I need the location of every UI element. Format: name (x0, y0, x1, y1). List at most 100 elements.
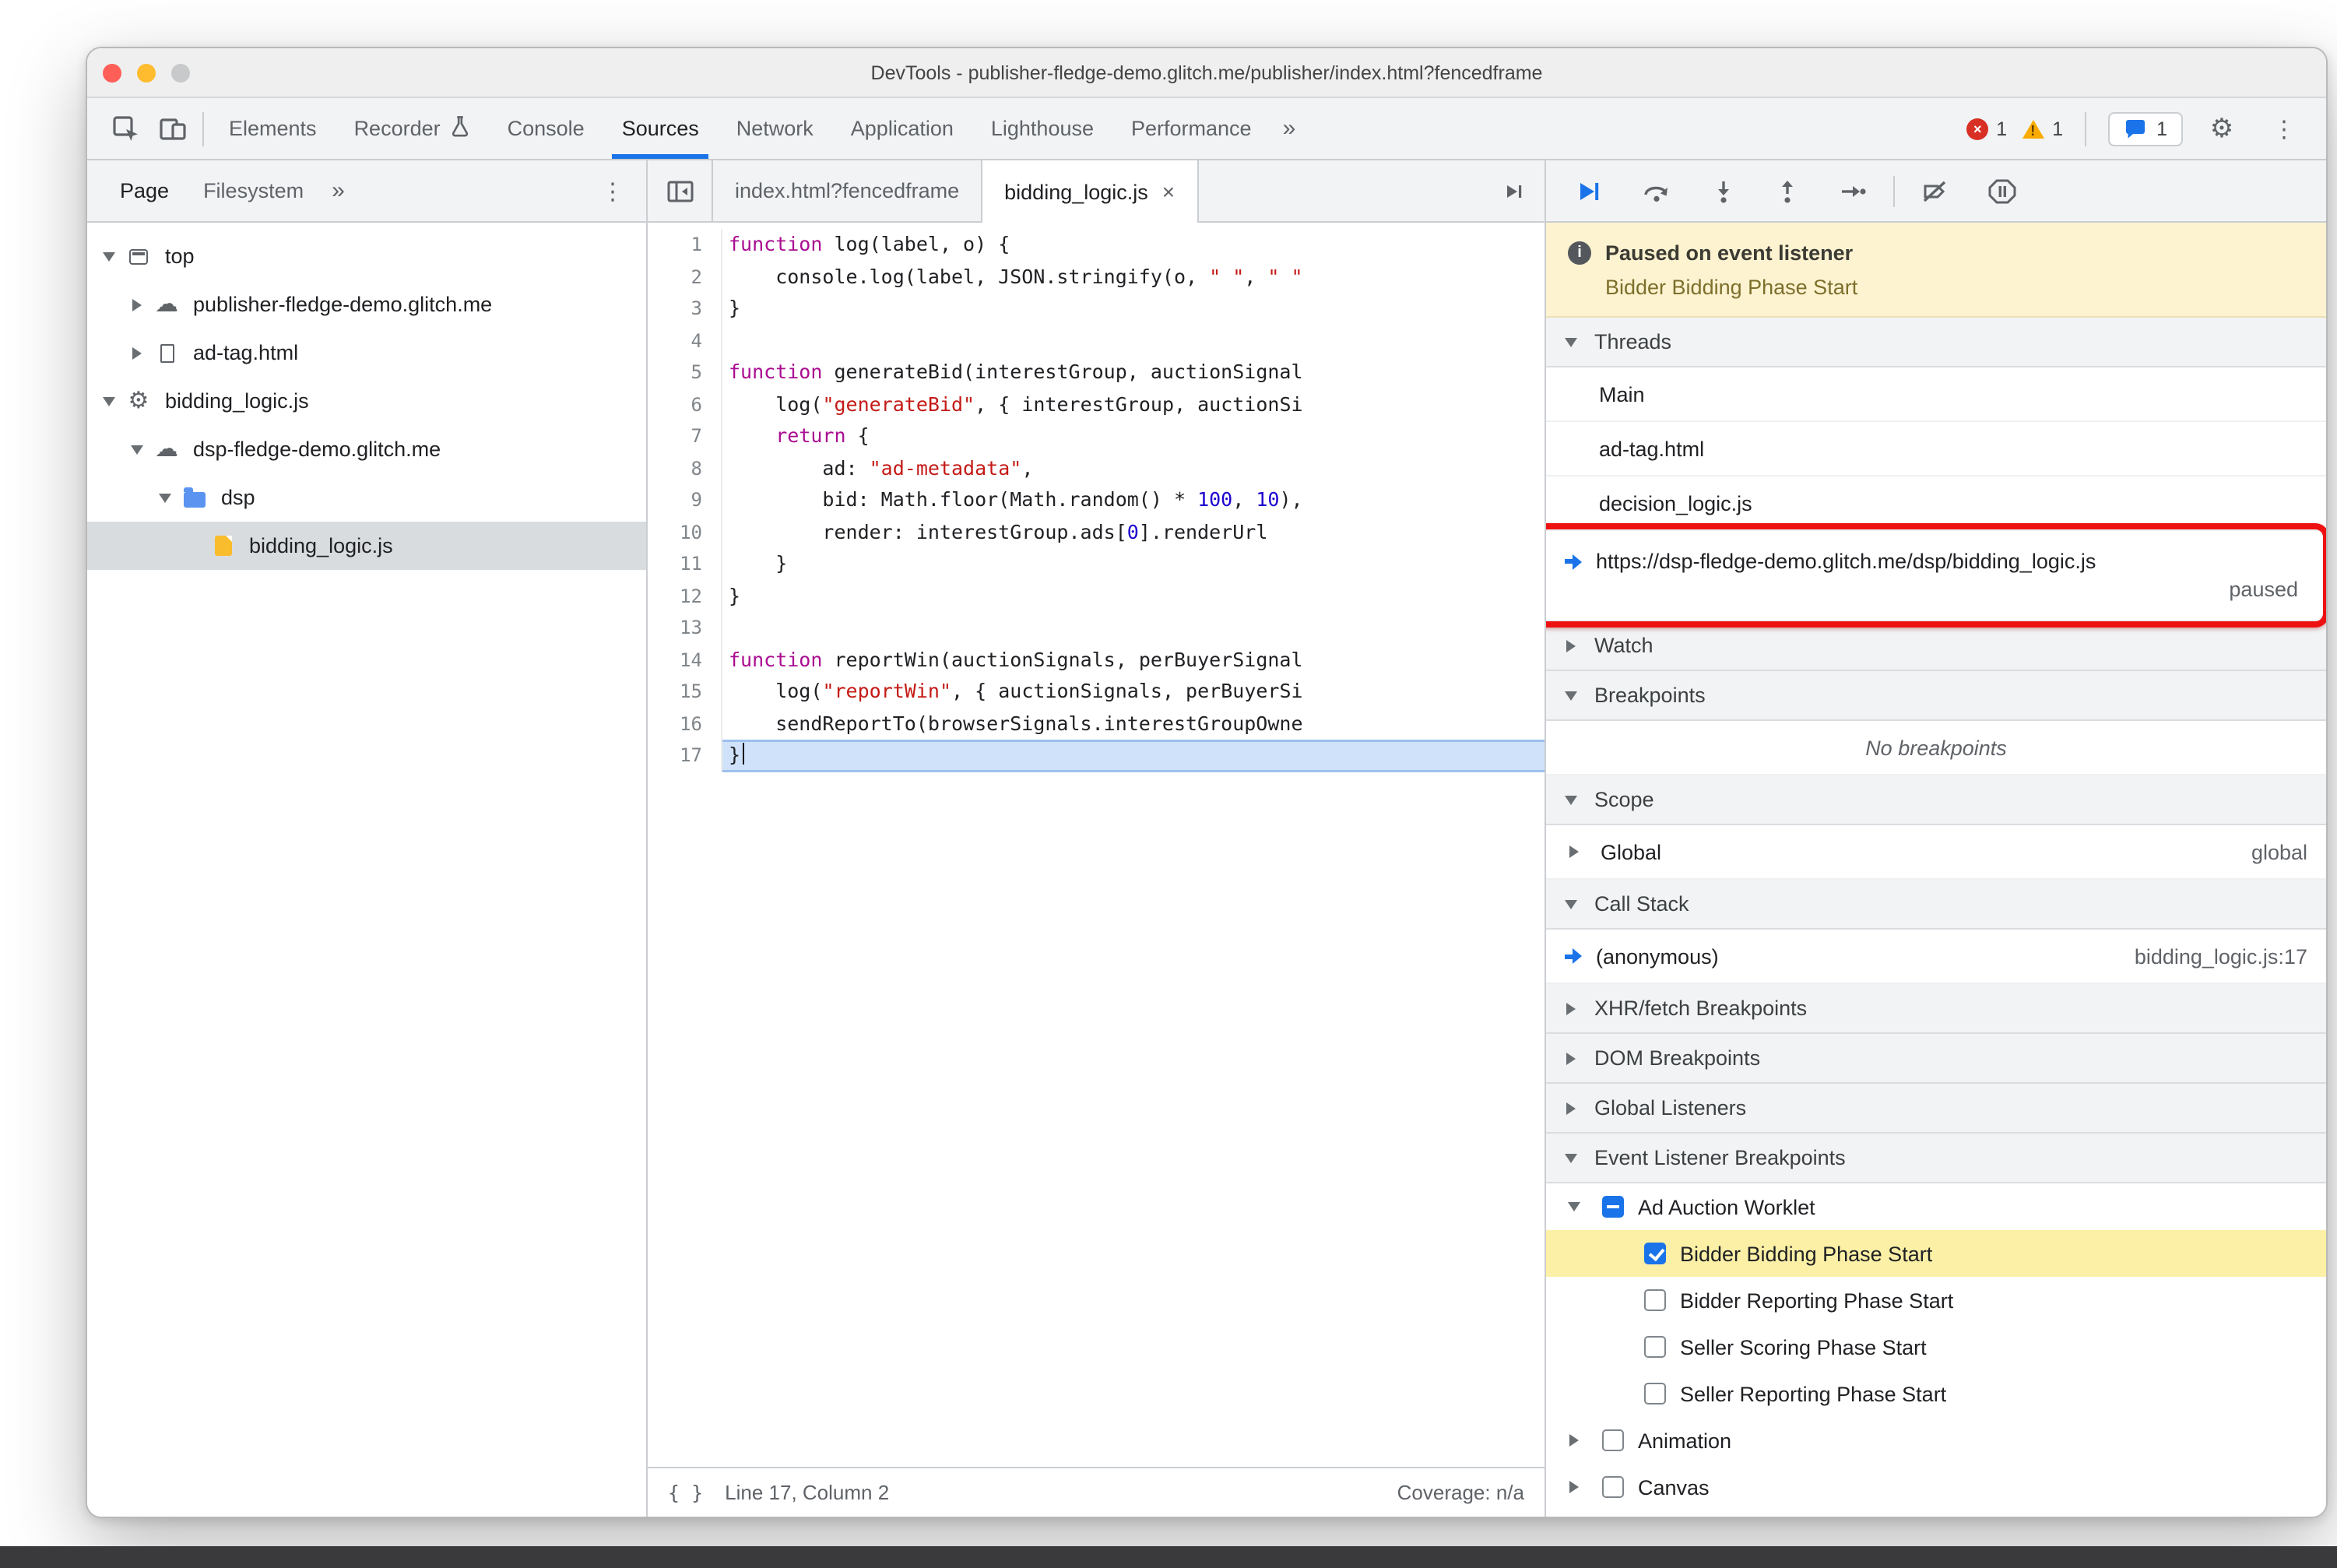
navigator-more-tabs-chevron[interactable]: » (321, 178, 356, 204)
checkbox-checked[interactable] (1644, 1243, 1666, 1264)
code-text[interactable]: bid: Math.floor(Math.random() * 100, 10)… (722, 484, 1545, 516)
tab-elements[interactable]: Elements (210, 98, 336, 159)
code-editor[interactable]: 1 function log(label, o) {2 console.log(l… (648, 223, 1545, 1467)
thread-item-decision-logic-js[interactable]: decision_logic.js (1546, 476, 2326, 531)
navigator-kebab-menu-icon[interactable]: ⋮ (595, 177, 631, 205)
code-text[interactable]: } (722, 580, 1545, 612)
line-number[interactable]: 7 (648, 420, 722, 452)
step-over-icon[interactable] (1641, 178, 1672, 203)
code-text[interactable]: ad: "ad-metadata", (722, 452, 1545, 484)
line-number[interactable]: 13 (648, 612, 722, 644)
hide-navigator-icon[interactable] (648, 160, 713, 221)
checkbox-indeterminate[interactable] (1602, 1196, 1624, 1218)
section-watch[interactable]: Watch (1546, 621, 2326, 671)
section-event-listener-breakpoints[interactable]: Event Listener Breakpoints (1546, 1134, 2326, 1183)
expander-open-icon[interactable] (100, 247, 118, 265)
expander-closed-icon[interactable] (128, 295, 146, 314)
expander-closed-icon[interactable] (128, 343, 146, 362)
checkbox-unchecked[interactable] (1644, 1383, 1666, 1405)
pause-on-exceptions-icon[interactable] (1988, 177, 2016, 205)
section-call-stack[interactable]: Call Stack (1546, 880, 2326, 930)
tree-item-dsp-fledge-demo-glitch-me[interactable]: ☁ dsp-fledge-demo.glitch.me (87, 425, 646, 473)
expander-open-icon[interactable] (128, 440, 146, 459)
thread-item-current[interactable]: https://dsp-fledge-demo.glitch.me/dsp/bi… (1546, 523, 2326, 628)
code-text[interactable]: function reportWin(auctionSignals, perBu… (722, 644, 1545, 676)
code-text[interactable]: log("reportWin", { auctionSignals, perBu… (722, 676, 1545, 708)
line-number[interactable]: 2 (648, 261, 722, 293)
event-category-animation[interactable]: Animation (1546, 1417, 2326, 1464)
event-breakpoint-bidder-reporting-phase-start[interactable]: Bidder Reporting Phase Start (1546, 1277, 2326, 1324)
minimize-window-button[interactable] (137, 64, 156, 83)
settings-gear-icon[interactable]: ⚙ (2198, 105, 2245, 152)
checkbox-unchecked[interactable] (1602, 1476, 1624, 1498)
resume-icon[interactable] (1574, 178, 1602, 203)
call-stack-frame[interactable]: (anonymous) bidding_logic.js:17 (1546, 930, 2326, 984)
editor-tab-index-html-fencedframe[interactable]: index.html?fencedframe (713, 160, 981, 221)
thread-item-main[interactable]: Main (1546, 367, 2326, 422)
tree-item-ad-tag-html[interactable]: ad-tag.html (87, 329, 646, 377)
tab-page[interactable]: Page (103, 160, 186, 221)
tab-recorder[interactable]: Recorder (336, 98, 489, 159)
code-text[interactable]: } (722, 740, 1545, 772)
expander-closed-icon[interactable] (1565, 1478, 1583, 1496)
code-text[interactable]: } (722, 548, 1545, 580)
scope-row-global[interactable]: Global global (1546, 825, 2326, 880)
line-number[interactable]: 1 (648, 229, 722, 261)
tree-item-top[interactable]: top (87, 232, 646, 280)
tab-performance[interactable]: Performance (1112, 98, 1270, 159)
deactivate-breakpoints-icon[interactable] (1921, 178, 1949, 203)
line-number[interactable]: 9 (648, 484, 722, 516)
section-global-listeners[interactable]: Global Listeners (1546, 1084, 2326, 1134)
issues-button[interactable]: 1 (2108, 111, 2183, 146)
line-number[interactable]: 15 (648, 676, 722, 708)
section-xhr-breakpoints[interactable]: XHR/fetch Breakpoints (1546, 984, 2326, 1034)
tab-filesystem[interactable]: Filesystem (186, 160, 321, 221)
tree-item-bidding-logic-js[interactable]: bidding_logic.js (87, 522, 646, 570)
step-out-icon[interactable] (1775, 178, 1800, 203)
expander-open-icon[interactable] (156, 488, 174, 507)
step-into-icon[interactable] (1711, 178, 1736, 203)
code-text[interactable]: log("generateBid", { interestGroup, auct… (722, 388, 1545, 420)
checkbox-unchecked[interactable] (1644, 1289, 1666, 1311)
code-text[interactable]: function generateBid(interestGroup, auct… (722, 357, 1545, 388)
line-number[interactable]: 12 (648, 580, 722, 612)
step-icon[interactable] (1839, 178, 1867, 203)
expander-open-icon[interactable] (1565, 1197, 1583, 1216)
event-breakpoint-bidder-bidding-phase-start[interactable]: Bidder Bidding Phase Start (1546, 1230, 2326, 1277)
line-number[interactable]: 3 (648, 293, 722, 325)
code-text[interactable]: console.log(label, JSON.stringify(o, " "… (722, 261, 1545, 293)
code-text[interactable]: } (722, 293, 1545, 325)
editor-tab-overflow-icon[interactable] (1482, 160, 1545, 221)
code-text[interactable]: render: interestGroup.ads[0].renderUrl (722, 516, 1545, 548)
section-breakpoints[interactable]: Breakpoints (1546, 671, 2326, 721)
section-threads[interactable]: Threads (1546, 318, 2326, 367)
tree-item-publisher-fledge-demo-glitch-me[interactable]: ☁ publisher-fledge-demo.glitch.me (87, 280, 646, 329)
close-window-button[interactable] (103, 64, 121, 83)
tab-console[interactable]: Console (489, 98, 603, 159)
section-dom-breakpoints[interactable]: DOM Breakpoints (1546, 1034, 2326, 1084)
section-scope[interactable]: Scope (1546, 775, 2326, 825)
event-category-canvas[interactable]: Canvas (1546, 1464, 2326, 1510)
inspect-element-icon[interactable] (103, 105, 149, 152)
code-text[interactable] (722, 325, 1545, 357)
close-tab-icon[interactable]: × (1162, 181, 1175, 202)
tab-lighthouse[interactable]: Lighthouse (972, 98, 1112, 159)
editor-tab-bidding-logic-js[interactable]: bidding_logic.js × (981, 160, 1199, 223)
pretty-print-icon[interactable]: { } (668, 1481, 703, 1504)
kebab-menu-icon[interactable]: ⋮ (2261, 105, 2307, 152)
event-breakpoint-seller-scoring-phase-start[interactable]: Seller Scoring Phase Start (1546, 1324, 2326, 1370)
line-number[interactable]: 4 (648, 325, 722, 357)
zoom-window-button[interactable] (171, 64, 190, 83)
checkbox-unchecked[interactable] (1602, 1429, 1624, 1451)
line-number[interactable]: 10 (648, 516, 722, 548)
line-number[interactable]: 5 (648, 357, 722, 388)
thread-item-ad-tag-html[interactable]: ad-tag.html (1546, 422, 2326, 476)
line-number[interactable]: 17 (648, 740, 722, 772)
line-number[interactable]: 14 (648, 644, 722, 676)
window-titlebar[interactable]: DevTools - publisher-fledge-demo.glitch.… (87, 48, 2326, 98)
expander-closed-icon[interactable] (1565, 1431, 1583, 1450)
triangle-closed-icon[interactable] (1565, 842, 1583, 861)
event-category-ad-auction-worklet[interactable]: Ad Auction Worklet (1546, 1183, 2326, 1230)
expander-open-icon[interactable] (100, 392, 118, 410)
tab-application[interactable]: Application (832, 98, 972, 159)
